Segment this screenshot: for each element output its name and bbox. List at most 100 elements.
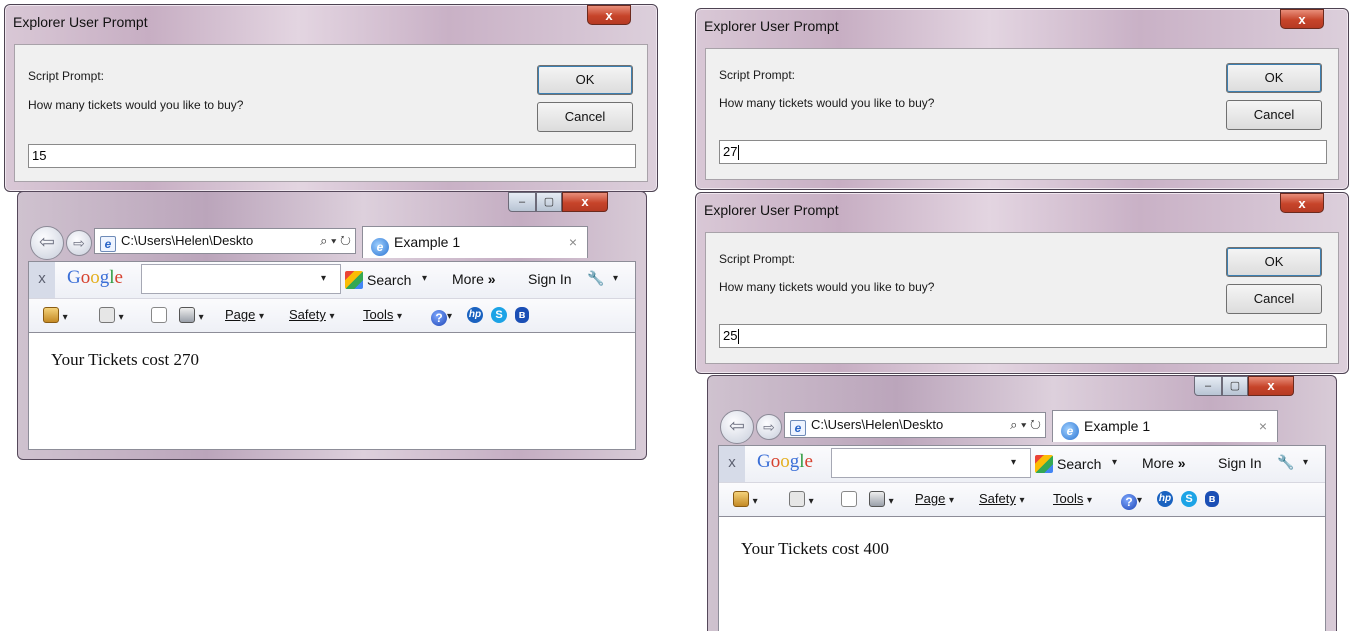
- tools-menu[interactable]: Tools ▾: [1053, 491, 1092, 506]
- cancel-button[interactable]: Cancel: [537, 102, 633, 132]
- prompt-dialog: Explorer User Prompt x Script Prompt: Ho…: [695, 8, 1349, 190]
- bluetooth-icon[interactable]: ʙ: [1205, 491, 1219, 507]
- skype-icon[interactable]: S: [1181, 491, 1197, 507]
- print-dropdown-icon: ▾: [888, 496, 894, 507]
- help-icon: ?: [1121, 494, 1137, 510]
- feeds-button[interactable]: ▾: [789, 491, 814, 507]
- home-button[interactable]: ▾: [733, 491, 758, 507]
- address-tools[interactable]: ⌕ ▾ ↻: [1008, 413, 1041, 437]
- window-controls: – ▢ x: [508, 192, 608, 214]
- safety-dropdown-icon: ▾: [329, 311, 335, 322]
- command-bar: ▾ ▾ ▾ Page ▾ Safety ▾ Tools ▾ ? ▾ hp S ʙ: [719, 483, 1325, 517]
- forward-button[interactable]: ⇨: [66, 230, 92, 256]
- search-options-icon[interactable]: ▾: [1112, 457, 1117, 468]
- home-button[interactable]: ▾: [43, 307, 68, 323]
- print-button[interactable]: ▾: [869, 491, 894, 507]
- tab-close-icon[interactable]: ×: [1259, 411, 1267, 441]
- tools-menu-label: Tools: [1053, 491, 1084, 506]
- more-label: More: [452, 271, 484, 287]
- google-toolbar: x Google ▾ Search ▾ More » Sign In 🔧 ▾: [29, 262, 635, 299]
- close-button[interactable]: x: [1248, 376, 1294, 396]
- prompt-dialog: Explorer User Prompt x Script Prompt: Ho…: [4, 4, 658, 192]
- help-dropdown-icon: ▾: [1137, 495, 1143, 506]
- page-menu-label: Page: [225, 307, 256, 322]
- hp-icon[interactable]: hp: [1157, 491, 1173, 507]
- more-chevron-icon: »: [487, 271, 496, 287]
- minimize-button[interactable]: –: [1194, 376, 1222, 396]
- tools-dropdown-icon: ▾: [396, 311, 403, 322]
- maximize-button[interactable]: ▢: [536, 192, 562, 212]
- bluetooth-icon[interactable]: ʙ: [515, 307, 529, 323]
- page-menu[interactable]: Page ▾: [225, 307, 264, 322]
- safety-menu-label: Safety: [979, 491, 1016, 506]
- ticket-count-input[interactable]: 25: [719, 324, 1327, 348]
- cancel-button[interactable]: Cancel: [1226, 100, 1322, 130]
- search-dropdown-icon[interactable]: ▾: [321, 273, 326, 284]
- ie-icon: e: [371, 238, 389, 256]
- search-options-icon[interactable]: ▾: [422, 273, 427, 284]
- safety-menu[interactable]: Safety ▾: [289, 307, 335, 322]
- close-button[interactable]: x: [562, 192, 608, 212]
- back-button[interactable]: ⇦: [30, 226, 64, 260]
- mail-button[interactable]: [841, 491, 857, 507]
- help-dropdown-icon: ▾: [447, 311, 453, 322]
- print-button[interactable]: ▾: [179, 307, 204, 323]
- tab-title: Example 1: [1084, 418, 1151, 434]
- safety-menu[interactable]: Safety ▾: [979, 491, 1025, 506]
- wrench-dropdown-icon[interactable]: ▾: [613, 273, 618, 284]
- mail-button[interactable]: [151, 307, 167, 323]
- cancel-button[interactable]: Cancel: [1226, 284, 1322, 314]
- tab-close-icon[interactable]: ×: [569, 227, 577, 257]
- search-dropdown-icon[interactable]: ▾: [1011, 457, 1016, 468]
- toolbar-close-icon[interactable]: x: [719, 446, 745, 482]
- ok-button[interactable]: OK: [1226, 247, 1322, 277]
- tab-title: Example 1: [394, 234, 461, 250]
- more-button[interactable]: More »: [1142, 455, 1186, 471]
- tools-menu[interactable]: Tools ▾: [363, 307, 402, 322]
- safety-dropdown-icon: ▾: [1019, 495, 1025, 506]
- address-bar[interactable]: e C:\Users\Helen\Deskto ⌕ ▾ ↻: [784, 412, 1046, 438]
- tab-example-1[interactable]: e Example 1 ×: [362, 226, 588, 258]
- ok-button[interactable]: OK: [537, 65, 633, 95]
- help-button[interactable]: ? ▾: [1121, 491, 1142, 510]
- skype-icon[interactable]: S: [491, 307, 507, 323]
- close-button[interactable]: x: [1280, 9, 1324, 29]
- ticket-count-input[interactable]: 15: [28, 144, 636, 168]
- address-bar[interactable]: e C:\Users\Helen\Deskto ⌕ ▾ ↻: [94, 228, 356, 254]
- help-button[interactable]: ? ▾: [431, 307, 452, 326]
- home-dropdown-icon: ▾: [62, 312, 68, 323]
- close-button[interactable]: x: [1280, 193, 1324, 213]
- hp-icon[interactable]: hp: [467, 307, 483, 323]
- page-dropdown-icon: ▾: [259, 311, 265, 322]
- sign-in-button[interactable]: Sign In: [1218, 455, 1262, 471]
- more-button[interactable]: More »: [452, 271, 496, 287]
- tab-example-1[interactable]: e Example 1 ×: [1052, 410, 1278, 442]
- google-search-input[interactable]: [141, 264, 341, 294]
- feeds-dropdown-icon: ▾: [118, 312, 124, 323]
- dialog-title: Explorer User Prompt: [13, 14, 148, 30]
- google-search-button[interactable]: Search: [345, 271, 411, 289]
- wrench-dropdown-icon[interactable]: ▾: [1303, 457, 1308, 468]
- minimize-button[interactable]: –: [508, 192, 536, 212]
- maximize-button[interactable]: ▢: [1222, 376, 1248, 396]
- help-icon: ?: [431, 310, 447, 326]
- page-menu[interactable]: Page ▾: [915, 491, 954, 506]
- mail-icon: [841, 491, 857, 507]
- wrench-icon[interactable]: 🔧: [587, 270, 604, 287]
- dialog-title: Explorer User Prompt: [704, 18, 839, 34]
- sign-in-button[interactable]: Sign In: [528, 271, 572, 287]
- wrench-icon[interactable]: 🔧: [1277, 454, 1294, 471]
- forward-button[interactable]: ⇨: [756, 414, 782, 440]
- browser-window: – ▢ x ⇦ ⇨ e C:\Users\Helen\Deskto ⌕ ▾ ↻ e…: [17, 191, 647, 460]
- toolbar-close-icon[interactable]: x: [29, 262, 55, 298]
- google-search-input[interactable]: [831, 448, 1031, 478]
- ticket-count-value: 15: [32, 148, 47, 163]
- close-button[interactable]: x: [587, 5, 631, 25]
- browser-content: x Google ▾ Search ▾ More » Sign In 🔧 ▾ ▾…: [718, 445, 1326, 631]
- google-search-button[interactable]: Search: [1035, 455, 1101, 473]
- back-button[interactable]: ⇦: [720, 410, 754, 444]
- ok-button[interactable]: OK: [1226, 63, 1322, 93]
- ticket-count-input[interactable]: 27: [719, 140, 1327, 164]
- feeds-button[interactable]: ▾: [99, 307, 124, 323]
- address-tools[interactable]: ⌕ ▾ ↻: [318, 229, 351, 253]
